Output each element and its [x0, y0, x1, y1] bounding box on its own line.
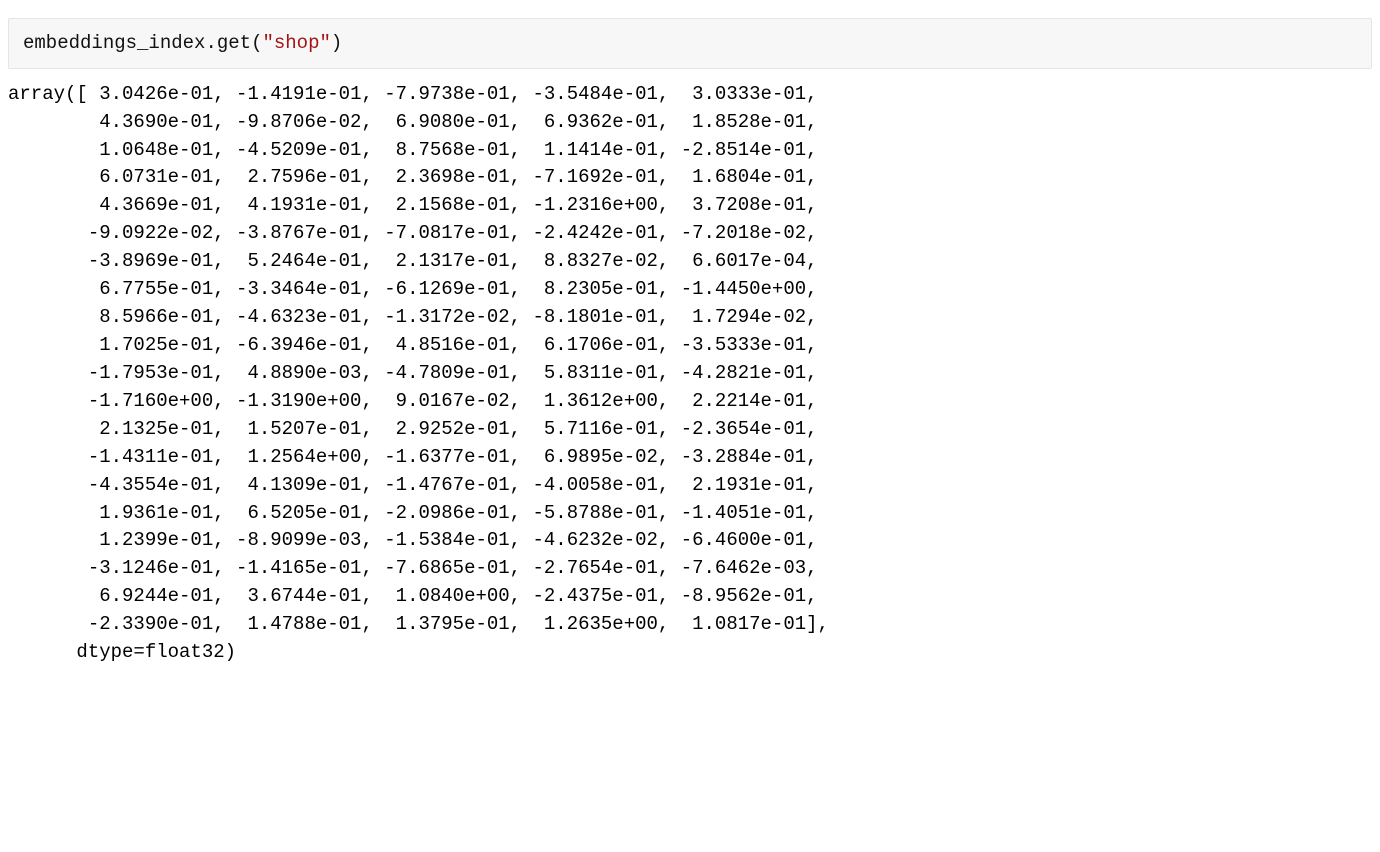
code-string-arg: "shop" — [262, 32, 330, 54]
close-paren: ) — [331, 32, 342, 54]
code-input-cell[interactable]: embeddings_index.get("shop") — [8, 18, 1372, 69]
output-array-body: 3.0426e-01, -1.4191e-01, -7.9738e-01, -3… — [8, 83, 829, 636]
open-paren: ( — [251, 32, 262, 54]
output-cell: array([ 3.0426e-01, -1.4191e-01, -7.9738… — [0, 77, 1380, 667]
dot: . — [205, 32, 216, 54]
code-method: get — [217, 32, 251, 54]
output-array-prefix: array([ — [8, 83, 88, 105]
code-object: embeddings_index — [23, 32, 205, 54]
output-dtype: dtype=float32) — [8, 641, 236, 663]
